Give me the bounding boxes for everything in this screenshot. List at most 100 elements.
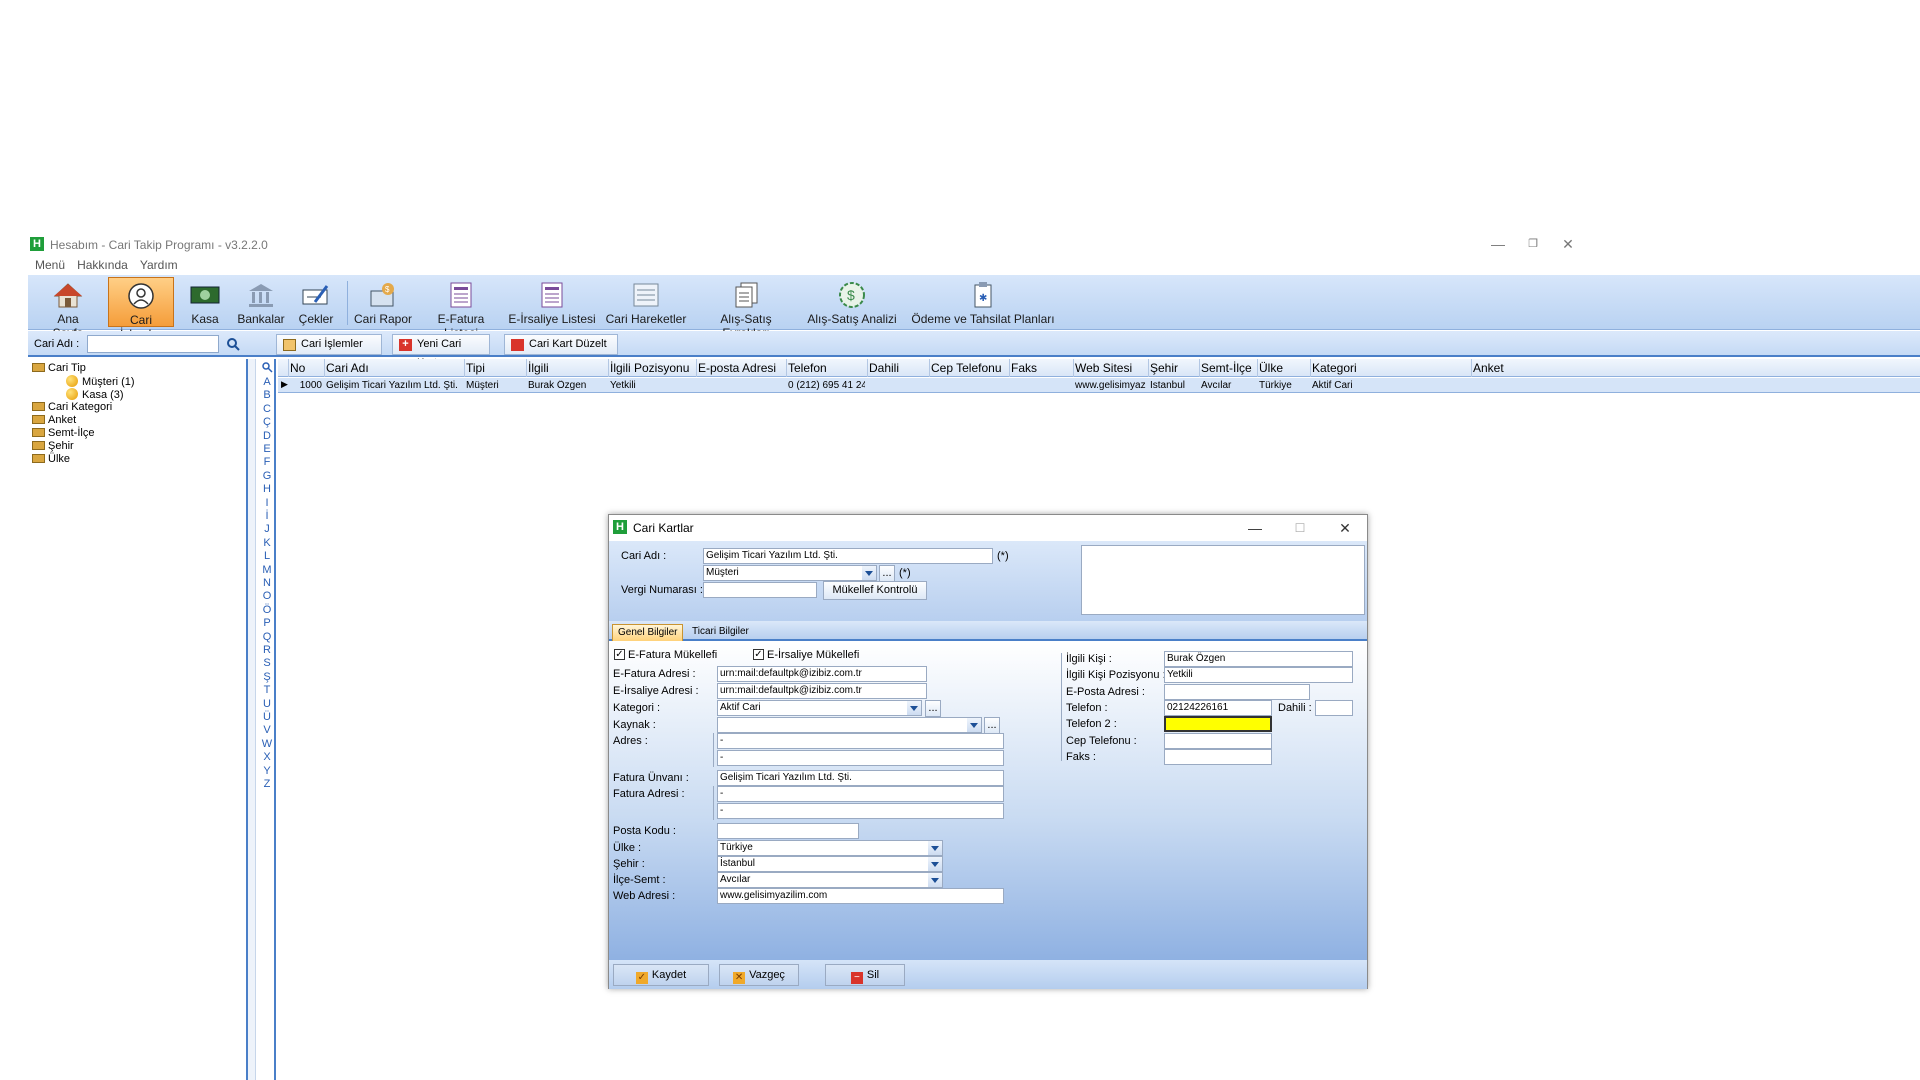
telefon-field[interactable]: 02124226161 [1164, 700, 1272, 716]
ribbon-alis-satis-evraklari[interactable]: Alış-Satış Evrakları [696, 277, 796, 340]
ribbon-eirsaliye-listesi[interactable]: E-İrsaliye Listesi [508, 277, 596, 327]
kaynak-more-button[interactable]: ... [984, 717, 1000, 734]
tree-node-anket[interactable]: Anket [32, 414, 76, 426]
cari-islemler-button[interactable]: Cari İşlemler [276, 334, 382, 355]
ribbon-bankalar[interactable]: Bankalar [236, 277, 286, 327]
search-input[interactable] [87, 335, 219, 353]
chevron-down-icon[interactable] [907, 701, 921, 715]
eirsaliye-adres-field[interactable]: urn:mail:defaultpk@izibiz.com.tr [717, 683, 927, 699]
minimize-icon[interactable]: — [1488, 235, 1508, 253]
alphabet-letter[interactable]: D [258, 430, 276, 442]
tree-node-ulke[interactable]: Ülke [32, 453, 70, 465]
minimize-icon[interactable]: — [1244, 518, 1266, 538]
ribbon-efatura-listesi[interactable]: E-Fatura Listesi [420, 277, 502, 340]
alphabet-letter[interactable]: K [258, 537, 276, 549]
ilce-select[interactable]: Avcılar [717, 872, 943, 888]
cari-tipi-select[interactable]: Müşteri [703, 565, 877, 581]
alphabet-letter[interactable]: N [258, 577, 276, 589]
ribbon-cari-rapor[interactable]: $ Cari Rapor [353, 277, 413, 327]
menu-item-menu[interactable]: Menü [35, 256, 65, 274]
ribbon-odeme-tahsilat-planlari[interactable]: ✱ Ödeme ve Tahsilat Planları [908, 277, 1058, 327]
notes-area[interactable] [1081, 545, 1365, 615]
column-header[interactable]: No [290, 361, 305, 375]
cari-tipi-more-button[interactable]: ... [879, 565, 895, 582]
cep-telefonu-field[interactable] [1164, 733, 1272, 749]
table-row[interactable]: ▶ 1000 Gelişim Ticari Yazılım Ltd. Şti. Mü… [278, 378, 1920, 393]
column-header[interactable]: Cari Adı [326, 361, 369, 375]
efatura-checkbox[interactable]: ✓ [614, 649, 625, 660]
tree-node-musteri[interactable]: Müşteri (1) [66, 375, 135, 388]
tree-node-sehir[interactable]: Şehir [32, 440, 74, 452]
column-header[interactable]: İlgili [528, 361, 549, 375]
alphabet-letter[interactable]: O [258, 590, 276, 602]
alphabet-letter[interactable]: Ü [258, 711, 276, 723]
chevron-down-icon[interactable] [928, 873, 942, 887]
ribbon-ana-sayfa[interactable]: Ana Sayfa [42, 277, 94, 340]
alphabet-letter[interactable]: R [258, 644, 276, 656]
tree-node-cari-tip[interactable]: Cari Tip [32, 362, 86, 374]
close-icon[interactable]: ✕ [1558, 235, 1578, 253]
ribbon-cari-islemler[interactable]: Cari İşlemler [108, 277, 174, 341]
close-icon[interactable]: ✕ [1334, 518, 1356, 538]
sil-button[interactable]: − Sil [825, 964, 905, 986]
efatura-adres-field[interactable]: urn:mail:defaultpk@izibiz.com.tr [717, 666, 927, 682]
fatura-adres-line2-field[interactable]: - [717, 803, 1004, 819]
tree-node-cari-kategori[interactable]: Cari Kategori [32, 401, 112, 413]
alphabet-letter[interactable]: A [258, 376, 276, 388]
column-header[interactable]: Telefon [788, 361, 827, 375]
menu-item-hakkinda[interactable]: Hakkında [77, 256, 128, 274]
alphabet-letter[interactable]: Z [258, 778, 276, 790]
column-header[interactable]: İlgili Pozisyonu [610, 361, 689, 375]
chevron-down-icon[interactable] [928, 857, 942, 871]
sehir-select[interactable]: İstanbul [717, 856, 943, 872]
alphabet-letter[interactable]: W [258, 738, 276, 750]
splitter[interactable] [248, 359, 256, 1080]
alphabet-search-icon[interactable] [258, 361, 276, 376]
menu-item-yardim[interactable]: Yardım [140, 256, 178, 274]
web-adresi-field[interactable]: www.gelisimyazilim.com [717, 888, 1004, 904]
column-header[interactable]: Kategori [1312, 361, 1357, 375]
alphabet-letter[interactable]: Ş [258, 671, 276, 683]
alphabet-letter[interactable]: Q [258, 631, 276, 643]
alphabet-letter[interactable]: Ç [258, 416, 276, 428]
cari-adi-field[interactable]: Gelişim Ticari Yazılım Ltd. Şti. [703, 548, 993, 564]
adres-line2-field[interactable]: - [717, 750, 1004, 766]
adres-line1-field[interactable]: - [717, 733, 1004, 749]
tab-ticari-bilgiler[interactable]: Ticari Bilgiler [687, 624, 754, 641]
vazgec-button[interactable]: ✕ Vazgeç [719, 964, 799, 986]
column-header[interactable]: Semt-İlçe [1201, 361, 1252, 375]
column-header[interactable]: Tipi [466, 361, 485, 375]
alphabet-letter[interactable]: J [258, 523, 276, 535]
cari-kart-duzelt-button[interactable]: Cari Kart Düzelt [504, 334, 618, 355]
kategori-select[interactable]: Aktif Cari [717, 700, 922, 716]
kaydet-button[interactable]: ✓ Kaydet [613, 964, 709, 986]
column-header[interactable]: Faks [1011, 361, 1037, 375]
alphabet-letter[interactable]: U [258, 698, 276, 710]
alphabet-letter[interactable]: E [258, 443, 276, 455]
maximize-icon[interactable]: ☐ [1289, 518, 1311, 538]
alphabet-letter[interactable]: C [258, 403, 276, 415]
alphabet-letter[interactable]: T [258, 684, 276, 696]
ribbon-cari-hareketler[interactable]: Cari Hareketler [604, 277, 688, 327]
column-header[interactable]: Web Sitesi [1075, 361, 1132, 375]
yeni-cari-kart-button[interactable]: + Yeni Cari Kart [392, 334, 490, 369]
posta-kodu-field[interactable] [717, 823, 859, 839]
tree-node-kasa[interactable]: Kasa (3) [66, 388, 124, 401]
faks-field[interactable] [1164, 749, 1272, 765]
alphabet-letter[interactable]: B [258, 389, 276, 401]
eirsaliye-checkbox[interactable]: ✓ [753, 649, 764, 660]
chevron-down-icon[interactable] [862, 566, 876, 580]
column-header[interactable]: Dahili [869, 361, 899, 375]
eposta-field[interactable] [1164, 684, 1310, 700]
alphabet-letter[interactable]: Y [258, 765, 276, 777]
ilgili-kisi-field[interactable]: Burak Özgen [1164, 651, 1353, 667]
ilgili-pozisyon-field[interactable]: Yetkili [1164, 667, 1353, 683]
tab-genel-bilgiler[interactable]: Genel Bilgiler [612, 624, 684, 641]
restore-icon[interactable]: ❐ [1523, 235, 1543, 253]
alphabet-letter[interactable]: S [258, 657, 276, 669]
search-icon[interactable] [224, 335, 242, 353]
kaynak-select[interactable] [717, 717, 982, 733]
alphabet-letter[interactable]: G [258, 470, 276, 482]
alphabet-letter[interactable]: M [258, 564, 276, 576]
alphabet-letter[interactable]: X [258, 751, 276, 763]
